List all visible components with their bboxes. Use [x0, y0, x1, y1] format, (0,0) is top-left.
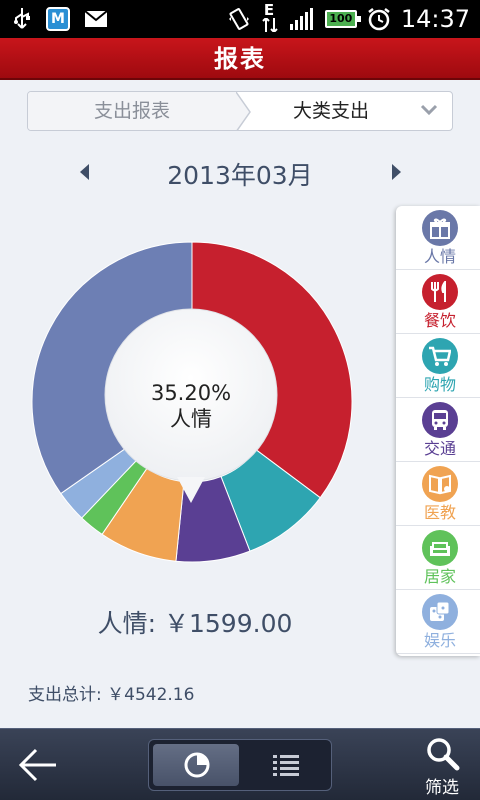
- data-e-icon: E: [261, 1, 279, 34]
- book-icon: [422, 466, 458, 502]
- app-m-icon: M: [46, 7, 70, 31]
- list-icon: [273, 755, 299, 776]
- utensils-icon: [422, 274, 458, 310]
- category-item-4[interactable]: 医教: [396, 462, 480, 526]
- category-item-6[interactable]: 娱乐: [396, 590, 480, 654]
- category-item-5[interactable]: 居家: [396, 526, 480, 590]
- center-label: 35.20% 人情: [107, 380, 275, 432]
- amount-value: ￥1599.00: [164, 609, 293, 638]
- category-legend-panel: 人情餐饮购物交通医教居家娱乐: [396, 206, 480, 656]
- dice-icon: [422, 594, 458, 630]
- pie-chart-icon: [184, 752, 210, 778]
- status-right-icons: E 100 14:37: [227, 1, 470, 34]
- vibrate-icon: [228, 8, 249, 30]
- alarm-icon: [368, 8, 390, 31]
- expense-total: 支出总计: ￥4542.16: [28, 685, 195, 705]
- gift-icon: [422, 210, 458, 246]
- page-title: 报表: [214, 45, 266, 73]
- month-label: 2013年03月: [167, 161, 313, 190]
- category-item-2[interactable]: 购物: [396, 334, 480, 398]
- category-label: 餐饮: [423, 311, 456, 330]
- previous-month-button[interactable]: [80, 164, 89, 180]
- filter-button[interactable]: 筛选: [414, 735, 470, 798]
- category-label: 娱乐: [423, 631, 456, 650]
- cart-icon: [422, 338, 458, 374]
- category-label: 居家: [423, 567, 456, 586]
- category-label: 医教: [423, 503, 456, 522]
- list-view-button[interactable]: [243, 744, 329, 786]
- status-bar: M E 100 14:37: [0, 0, 480, 38]
- title-bar: 报表: [0, 38, 480, 80]
- back-arrow-icon[interactable]: [18, 747, 58, 783]
- status-left-icons: M: [12, 6, 108, 32]
- next-month-button[interactable]: [392, 164, 401, 180]
- usb-icon: [14, 8, 30, 29]
- amount-label: 人情:: [97, 609, 157, 638]
- chevron-down-icon[interactable]: [420, 103, 438, 117]
- pie-view-button[interactable]: [153, 744, 239, 786]
- category-dropdown[interactable]: 大类支出: [256, 92, 406, 130]
- center-category: 人情: [170, 407, 212, 431]
- signal-icon: [289, 8, 313, 30]
- breadcrumb-divider: [234, 92, 251, 130]
- selected-amount: 人情: ￥1599.00: [0, 604, 390, 640]
- bus-icon: [422, 402, 458, 438]
- category-label: 交通: [423, 439, 456, 458]
- search-icon: [427, 738, 460, 771]
- view-toggle: [148, 739, 332, 791]
- category-item-3[interactable]: 交通: [396, 398, 480, 462]
- mail-icon: [84, 10, 108, 27]
- battery-level: 100: [329, 12, 353, 25]
- category-label: 购物: [423, 375, 456, 394]
- category-item-0[interactable]: 人情: [396, 206, 480, 270]
- battery-icon: 100: [324, 10, 361, 28]
- center-percent: 35.20%: [150, 381, 232, 405]
- filter-label: 筛选: [425, 778, 459, 798]
- sofa-icon: [422, 530, 458, 566]
- bottom-toolbar: 筛选: [0, 728, 480, 800]
- report-type-selector: 支出报表 大类支出: [27, 91, 453, 131]
- category-item-1[interactable]: 餐饮: [396, 270, 480, 334]
- status-time: 14:37: [400, 5, 470, 33]
- data-type-label: E: [263, 1, 275, 19]
- category-label: 人情: [423, 247, 456, 266]
- expense-report-tab[interactable]: 支出报表: [28, 92, 236, 130]
